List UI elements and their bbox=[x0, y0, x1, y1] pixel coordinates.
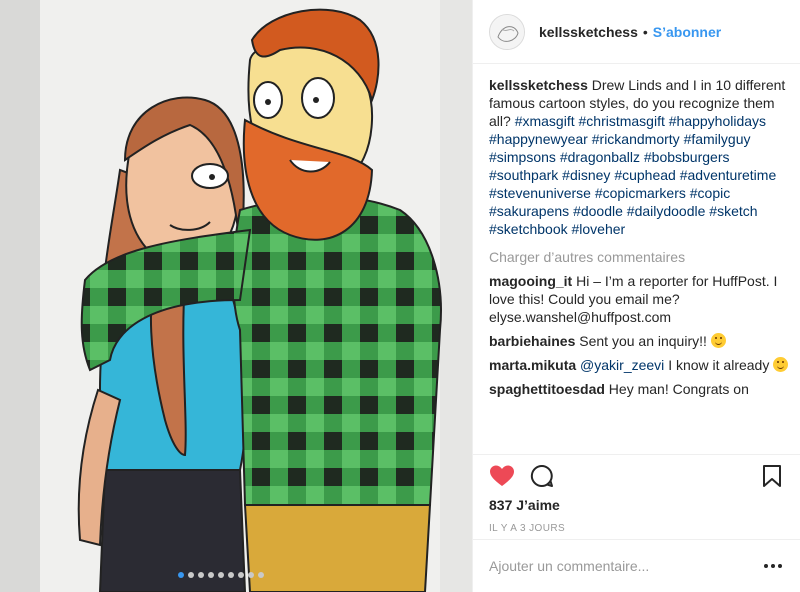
caption: kellssketchess Drew Linds and I in 10 di… bbox=[489, 76, 789, 238]
comment-username[interactable]: spaghettitoesdad bbox=[489, 381, 605, 397]
comment-text: I know it already bbox=[668, 357, 770, 373]
add-comment-input[interactable] bbox=[489, 558, 761, 574]
comment-text: Sent you an inquiry!! bbox=[579, 333, 707, 349]
hashtag-list: #xmasgift #christmasgift #happyholidays … bbox=[489, 113, 776, 237]
comment-text: Hey man! Congrats on bbox=[608, 381, 749, 397]
header-separator: • bbox=[642, 23, 648, 40]
hashtag-link[interactable]: #southpark bbox=[489, 167, 558, 183]
carousel-dot[interactable] bbox=[218, 572, 224, 578]
comment-mention-link[interactable]: @yakir_zeevi bbox=[580, 357, 664, 373]
carousel-dot[interactable] bbox=[248, 572, 254, 578]
hashtag-link[interactable]: #rickandmorty bbox=[592, 131, 680, 147]
avatar-sketch-icon bbox=[491, 15, 524, 49]
hashtag-link[interactable]: #copicmarkers bbox=[595, 185, 686, 201]
hashtag-link[interactable]: #christmasgift bbox=[579, 113, 665, 129]
hashtag-link[interactable]: #sketchbook bbox=[489, 221, 568, 237]
cartoon-couple-illustration bbox=[0, 0, 472, 592]
smiling-emoji-icon bbox=[710, 333, 726, 348]
comment-item: spaghettitoesdad Hey man! Congrats on bbox=[489, 380, 789, 398]
post-actions: 837 J’aime IL Y A 3 JOURS bbox=[473, 454, 800, 534]
hashtag-link[interactable]: #bobsburgers bbox=[644, 149, 730, 165]
carousel-dot[interactable] bbox=[238, 572, 244, 578]
caption-username[interactable]: kellssketchess bbox=[489, 77, 588, 93]
header-username[interactable]: kellssketchess bbox=[539, 24, 638, 40]
heart-icon[interactable] bbox=[489, 463, 515, 489]
comment-username[interactable]: magooing_it bbox=[489, 273, 572, 289]
hashtag-link[interactable]: #xmasgift bbox=[515, 113, 575, 129]
hashtag-link[interactable]: #loveher bbox=[572, 221, 626, 237]
carousel-dot[interactable] bbox=[228, 572, 234, 578]
hashtag-link[interactable]: #disney bbox=[562, 167, 610, 183]
hashtag-link[interactable]: #simpsons bbox=[489, 149, 556, 165]
follow-button[interactable]: S’abonner bbox=[653, 24, 721, 40]
hashtag-link[interactable]: #copic bbox=[690, 185, 730, 201]
post-sidebar: kellssketchess • S’abonner kellssketches… bbox=[472, 0, 800, 592]
comment-username[interactable]: marta.mikuta bbox=[489, 357, 576, 373]
hashtag-link[interactable]: #sketch bbox=[709, 203, 757, 219]
carousel-dot[interactable] bbox=[178, 572, 184, 578]
carousel-indicator[interactable] bbox=[178, 572, 264, 578]
hashtag-link[interactable]: #sakurapens bbox=[489, 203, 569, 219]
carousel-dot[interactable] bbox=[188, 572, 194, 578]
hashtag-link[interactable]: #adventuretime bbox=[680, 167, 777, 183]
hashtag-link[interactable]: #happynewyear bbox=[489, 131, 588, 147]
more-options-icon[interactable] bbox=[761, 563, 785, 569]
post-timestamp: IL Y A 3 JOURS bbox=[489, 523, 566, 534]
tongue-emoji-icon bbox=[773, 357, 789, 372]
hashtag-link[interactable]: #dragonballz bbox=[560, 149, 640, 165]
comment-icon[interactable] bbox=[529, 463, 555, 489]
post-photo[interactable] bbox=[0, 0, 472, 592]
carousel-dot[interactable] bbox=[208, 572, 214, 578]
carousel-dot[interactable] bbox=[258, 572, 264, 578]
hashtag-link[interactable]: #cuphead bbox=[614, 167, 676, 183]
comment-username[interactable]: barbiehaines bbox=[489, 333, 575, 349]
hashtag-link[interactable]: #happyholidays bbox=[669, 113, 766, 129]
load-more-comments-button[interactable]: Charger d’autres commentaires bbox=[489, 248, 789, 266]
bookmark-icon[interactable] bbox=[759, 463, 785, 489]
hashtag-link[interactable]: #doodle bbox=[573, 203, 623, 219]
comments-list[interactable]: kellssketchess Drew Linds and I in 10 di… bbox=[489, 76, 789, 454]
comment-item: barbiehaines Sent you an inquiry!! bbox=[489, 332, 789, 350]
hashtag-link[interactable]: #dailydoodle bbox=[627, 203, 706, 219]
post-header: kellssketchess • S’abonner bbox=[473, 0, 800, 64]
add-comment-bar bbox=[473, 539, 800, 592]
avatar[interactable] bbox=[489, 13, 525, 50]
hashtag-link[interactable]: #familyguy bbox=[684, 131, 751, 147]
comment-item: magooing_it Hi – I’m a reporter for Huff… bbox=[489, 272, 789, 326]
hashtag-link[interactable]: #stevenuniverse bbox=[489, 185, 591, 201]
carousel-dot[interactable] bbox=[198, 572, 204, 578]
likes-count[interactable]: 837 J’aime bbox=[489, 497, 785, 513]
comment-item: marta.mikuta @yakir_zeevi I know it alre… bbox=[489, 356, 789, 374]
